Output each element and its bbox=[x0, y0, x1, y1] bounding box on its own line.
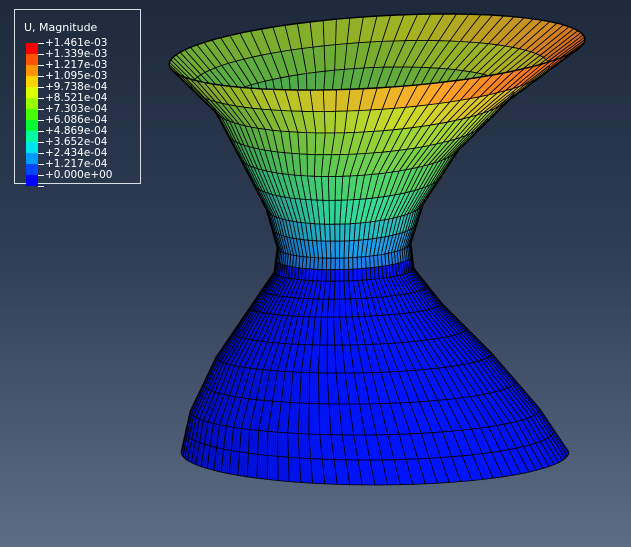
mesh-element bbox=[339, 223, 346, 242]
mesh-element bbox=[256, 453, 268, 480]
mesh-element bbox=[246, 452, 259, 479]
legend-entry: +4.869e-04 bbox=[26, 125, 107, 142]
mesh-element bbox=[297, 433, 312, 460]
legend-tick bbox=[38, 109, 44, 110]
mesh-element bbox=[352, 256, 358, 270]
mesh-element bbox=[308, 402, 321, 435]
mesh-element bbox=[335, 88, 351, 112]
mesh-element bbox=[318, 403, 332, 436]
legend-swatch bbox=[26, 87, 38, 98]
legend-entry: +1.217e-03 bbox=[26, 59, 107, 76]
legend-tick bbox=[38, 186, 44, 187]
mesh-element bbox=[329, 269, 336, 282]
contour-legend: U, Magnitude +1.461e-03 +1.339e-03 +1.217e… bbox=[14, 9, 141, 187]
legend-tick bbox=[38, 175, 44, 176]
legend-swatch bbox=[26, 76, 38, 87]
mesh-element bbox=[287, 456, 302, 483]
mesh-element bbox=[330, 257, 336, 271]
mesh-element bbox=[306, 153, 316, 177]
mesh-element bbox=[314, 132, 326, 156]
mesh-element bbox=[334, 199, 342, 225]
legend-entry: +0.000e+00 bbox=[26, 169, 112, 186]
legend-tick bbox=[38, 153, 44, 154]
mesh-element bbox=[308, 372, 320, 405]
mesh-element bbox=[323, 110, 337, 134]
legend-swatch bbox=[26, 54, 38, 65]
mesh-element bbox=[322, 18, 337, 47]
legend-tick bbox=[38, 120, 44, 121]
legend-tick bbox=[38, 164, 44, 165]
mesh-element bbox=[343, 268, 350, 282]
mesh-element bbox=[334, 175, 344, 201]
legend-entry: +1.217e-04 bbox=[26, 158, 107, 175]
legend-tick bbox=[38, 65, 44, 66]
mesh-element bbox=[339, 257, 345, 271]
mesh-element bbox=[247, 429, 259, 455]
legend-swatch bbox=[26, 120, 38, 131]
mesh-element bbox=[328, 199, 336, 225]
mesh-element bbox=[257, 430, 269, 456]
mesh-element bbox=[334, 240, 341, 259]
legend-tick bbox=[38, 54, 44, 55]
legend-swatch bbox=[26, 109, 38, 120]
legend-swatch bbox=[26, 98, 38, 109]
mesh-element bbox=[298, 457, 314, 484]
mesh-element bbox=[327, 176, 336, 201]
legend-entry: +9.738e-04 bbox=[26, 81, 107, 98]
mesh-element bbox=[267, 430, 279, 457]
mesh-element bbox=[310, 458, 326, 485]
legend-swatch bbox=[26, 142, 38, 153]
legend-entry: +1.339e-03 bbox=[26, 48, 107, 65]
legend-tick bbox=[38, 76, 44, 77]
legend-swatch bbox=[26, 65, 38, 76]
mesh-element bbox=[277, 455, 290, 483]
mesh-element bbox=[326, 344, 337, 374]
mesh-element bbox=[338, 269, 345, 282]
mesh-element bbox=[352, 268, 359, 282]
legend-swatch bbox=[26, 43, 38, 54]
mesh-element bbox=[334, 223, 341, 242]
legend-tick bbox=[38, 87, 44, 88]
mesh-element bbox=[313, 154, 324, 177]
mesh-element bbox=[277, 431, 289, 458]
mesh-element bbox=[338, 280, 346, 300]
legend-label: +0.000e+00 bbox=[45, 169, 113, 181]
legend-entry: +3.652e-04 bbox=[26, 136, 107, 153]
legend-entry: +7.303e-04 bbox=[26, 103, 107, 120]
mesh-element bbox=[339, 240, 345, 259]
mesh-element bbox=[356, 268, 363, 281]
mesh-element bbox=[287, 432, 300, 459]
legend-tick bbox=[38, 43, 44, 44]
mesh-element bbox=[322, 89, 337, 112]
mesh-element bbox=[317, 372, 330, 405]
legend-swatch bbox=[26, 164, 38, 175]
mesh-element bbox=[347, 257, 354, 270]
mesh-element bbox=[334, 269, 340, 282]
legend-tick bbox=[38, 98, 44, 99]
mesh-element bbox=[343, 257, 349, 270]
mesh-element bbox=[266, 455, 279, 482]
legend-entry: +1.461e-03 bbox=[26, 37, 107, 54]
legend-entry: +2.434e-04 bbox=[26, 147, 107, 164]
mesh-element bbox=[326, 316, 336, 346]
legend-swatch bbox=[26, 175, 38, 186]
legend-entry: +6.086e-04 bbox=[26, 114, 107, 131]
mesh-element bbox=[348, 268, 354, 282]
legend-tick bbox=[38, 131, 44, 132]
legend-swatch bbox=[26, 153, 38, 164]
legend-title: U, Magnitude bbox=[24, 21, 98, 34]
viewport[interactable]: U, Magnitude +1.461e-03 +1.339e-03 +1.217e… bbox=[0, 0, 631, 547]
legend-entry: +8.521e-04 bbox=[26, 92, 107, 109]
mesh-element bbox=[356, 256, 363, 270]
mesh-element bbox=[323, 44, 337, 72]
legend-tick bbox=[38, 142, 44, 143]
mesh-element bbox=[344, 223, 351, 242]
legend-entries: +1.461e-03 +1.339e-03 +1.217e-03 +1.095e-03… bbox=[26, 37, 112, 187]
legend-entry: +1.095e-03 bbox=[26, 70, 107, 87]
legend-swatch bbox=[26, 131, 38, 142]
mesh-element bbox=[334, 257, 341, 271]
mesh-element bbox=[339, 298, 347, 318]
mesh-element bbox=[306, 132, 317, 156]
mesh-element bbox=[309, 20, 325, 48]
